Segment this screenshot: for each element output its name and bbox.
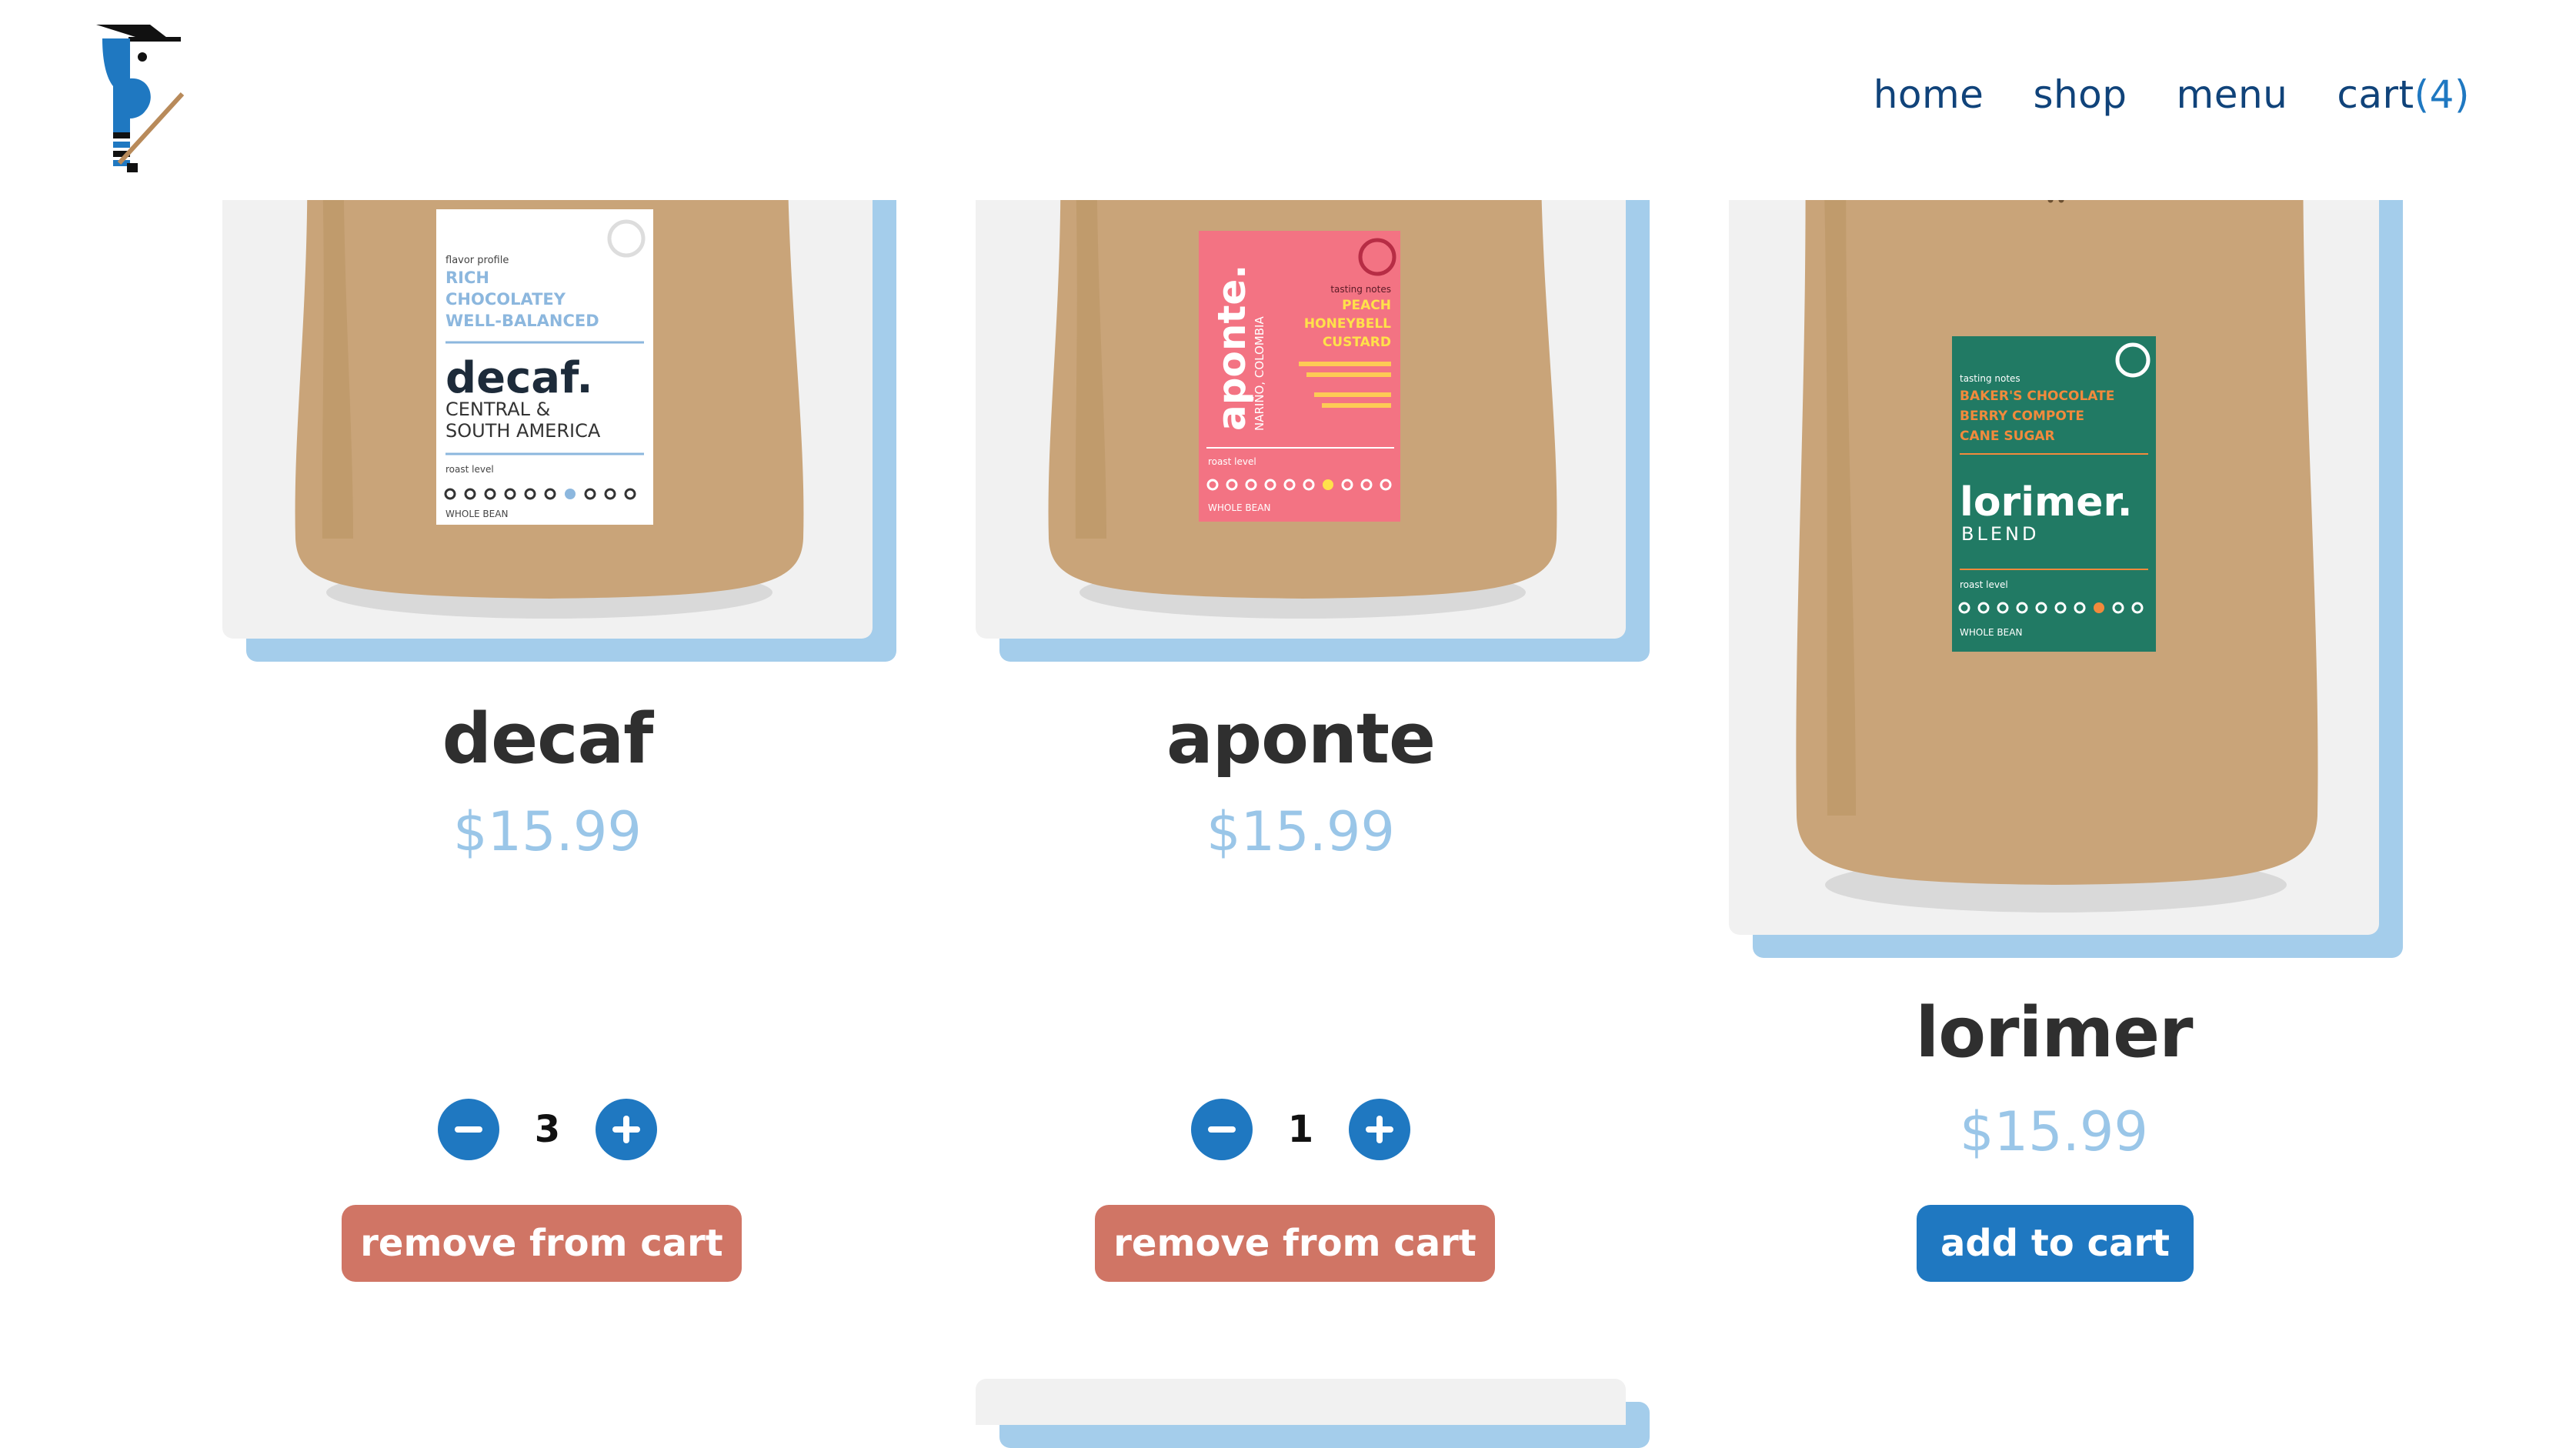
nav-home-link[interactable]: home [1874, 72, 1984, 117]
quantity-value: 3 [534, 1108, 561, 1151]
product-price: $15.99 [453, 800, 642, 863]
bag-label-roast-label: roast level [445, 464, 494, 475]
main-nav: home shop menu cart(4) [1874, 60, 2470, 129]
bag-label-roast-label: roast level [1208, 456, 1256, 467]
bag-label-note-2: CHOCOLATEY [445, 290, 566, 309]
bag-label-note-3: WELL-BALANCED [445, 312, 599, 330]
bag-label-origin-2: SOUTH AMERICA [445, 420, 601, 442]
product-price: $15.99 [1960, 1100, 2148, 1163]
bag-label-origin-1: CENTRAL & [445, 399, 550, 420]
bag-label-notes-heading: tasting notes [1330, 284, 1391, 295]
bag-label-footer: WHOLE BEAN [1960, 627, 2022, 638]
bag-label-note-3: CUSTARD [1323, 335, 1391, 350]
cart-label: cart [2337, 72, 2414, 117]
bag-label-note-1: RICH [445, 269, 489, 287]
product-name: aponte [1166, 699, 1436, 779]
bag-label-notes-heading: flavor profile [445, 255, 509, 266]
bag-label-title: decaf. [445, 353, 593, 403]
remove-from-cart-button[interactable]: remove from cart [342, 1205, 742, 1282]
decrease-quantity-button[interactable] [437, 1099, 499, 1160]
bag-label-roast-label: roast level [1960, 579, 2008, 590]
product-price: $15.99 [1206, 800, 1395, 863]
nav-menu-link[interactable]: menu [2177, 72, 2288, 117]
product-name: lorimer [1915, 993, 2193, 1073]
minus-icon [454, 1126, 482, 1133]
site-header: home shop menu cart(4) [0, 0, 2576, 200]
remove-from-cart-button[interactable]: remove from cart [1095, 1205, 1495, 1282]
cart-count-badge: (4) [2414, 72, 2470, 117]
increase-quantity-button[interactable] [596, 1099, 658, 1160]
bag-label-note-2: BERRY COMPOTE [1960, 409, 2084, 424]
bag-label-note-1: BAKER'S CHOCOLATE [1960, 389, 2114, 404]
product-name: decaf [442, 699, 654, 779]
bag-label-note-1: PEACH [1342, 298, 1391, 313]
bag-label-footer: WHOLE BEAN [445, 509, 508, 519]
bag-label-footer: WHOLE BEAN [1208, 502, 1270, 513]
next-product-card [976, 1379, 1650, 1448]
bluejay-logo-icon[interactable] [96, 25, 185, 175]
bag-label-blend: BLEND [1961, 523, 2039, 545]
bag-label-title: aponte. [1210, 265, 1254, 431]
increase-quantity-button[interactable] [1349, 1099, 1411, 1160]
quantity-stepper: 1 [976, 1099, 1626, 1160]
quantity-stepper: 3 [222, 1099, 873, 1160]
nav-cart-link[interactable]: cart(4) [2337, 72, 2470, 117]
bag-label-note-3: CANE SUGAR [1960, 429, 2055, 444]
quantity-value: 1 [1287, 1108, 1314, 1151]
bag-label-note-2: HONEYBELL [1304, 316, 1391, 332]
bag-label-title: lorimer. [1960, 479, 2132, 525]
bag-label-notes-heading: tasting notes [1960, 373, 2020, 384]
bag-label-origin-1: NARIÑO, COLOMBIA [1252, 316, 1266, 431]
add-to-cart-button[interactable]: add to cart [1917, 1205, 2194, 1282]
minus-icon [1207, 1126, 1236, 1133]
next-product-image[interactable] [976, 1379, 1626, 1425]
decrease-quantity-button[interactable] [1190, 1099, 1253, 1160]
nav-shop-link[interactable]: shop [2033, 72, 2127, 117]
